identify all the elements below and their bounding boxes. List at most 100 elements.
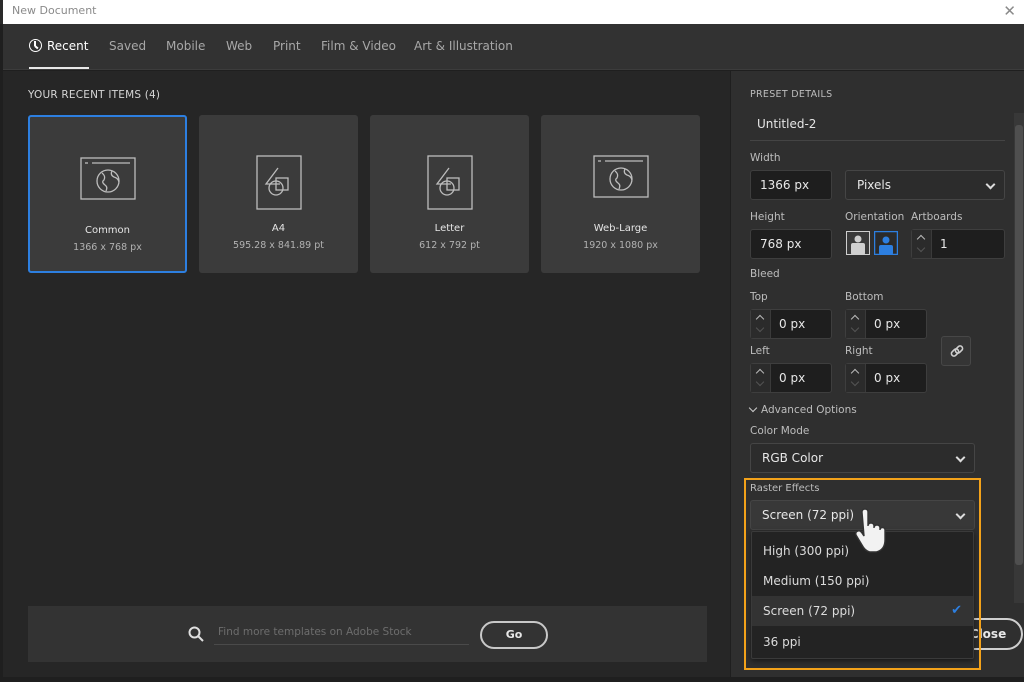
preset-dims: 612 x 792 pt: [419, 240, 480, 251]
color-mode-select[interactable]: RGB Color: [750, 443, 975, 473]
tab-recent[interactable]: Recent: [29, 39, 88, 53]
height-input[interactable]: 768 px: [750, 229, 832, 259]
menu-item-high[interactable]: High (300 ppi): [752, 536, 973, 566]
bleed-right-value: 0 px: [874, 371, 901, 385]
raster-effects-value: Screen (72 ppi): [762, 508, 855, 522]
preset-card-common[interactable]: Common 1366 x 768 px: [28, 115, 187, 273]
recent-items-panel: YOUR RECENT ITEMS (4) Common 1366 x 768 …: [3, 71, 730, 677]
preset-card-a4[interactable]: A4 595.28 x 841.89 pt: [199, 115, 358, 273]
bleed-top-value: 0 px: [779, 317, 806, 331]
tab-mobile[interactable]: Mobile: [166, 39, 205, 53]
search-icon: [188, 626, 204, 642]
preset-card-web-large[interactable]: Web-Large 1920 x 1080 px: [541, 115, 700, 273]
chevron-up-icon: [755, 314, 765, 324]
bleed-bottom-stepper[interactable]: 0 px: [845, 309, 927, 339]
document-name-input[interactable]: Untitled-2: [750, 113, 1005, 141]
close-icon[interactable]: ✕: [1003, 2, 1016, 20]
landscape-orientation-icon[interactable]: [874, 231, 898, 255]
chevron-down-icon: [850, 323, 860, 333]
preset-name: Letter: [434, 223, 465, 234]
preset-details-title: PRESET DETAILS: [750, 89, 833, 100]
tab-art-illustration[interactable]: Art & Illustration: [414, 39, 513, 53]
tab-web[interactable]: Web: [226, 39, 252, 53]
color-mode-label: Color Mode: [750, 425, 810, 437]
chevron-down-icon: [850, 377, 860, 387]
bleed-right-spin[interactable]: [846, 364, 866, 392]
chevron-down-icon: [985, 179, 996, 190]
menu-item-label: Screen (72 ppi): [763, 604, 856, 618]
bleed-bottom-spin[interactable]: [846, 310, 866, 338]
print-shapes-icon: [426, 155, 473, 210]
preset-name: A4: [271, 223, 286, 234]
stock-search-bar: Go: [28, 606, 707, 662]
chevron-down-icon: [916, 243, 926, 253]
chevron-down-icon: [955, 452, 966, 463]
chevron-up-icon: [916, 234, 926, 244]
chevron-down-icon: [955, 509, 966, 520]
height-label: Height: [750, 211, 785, 223]
tab-saved[interactable]: Saved: [109, 39, 146, 53]
preset-name: Web-Large: [593, 223, 648, 234]
chevron-up-icon: [755, 368, 765, 378]
bleed-left-spin[interactable]: [751, 364, 771, 392]
link-bleed-button[interactable]: [941, 336, 971, 366]
print-shapes-icon: [255, 155, 302, 210]
tab-print[interactable]: Print: [273, 39, 301, 53]
artboards-spin[interactable]: [912, 230, 932, 258]
section-title: YOUR RECENT ITEMS (4): [28, 89, 161, 101]
scrollbar-thumb[interactable]: [1015, 125, 1023, 565]
preset-dims: 595.28 x 841.89 pt: [233, 240, 324, 251]
chevron-up-icon: [850, 368, 860, 378]
bleed-top-label: Top: [750, 291, 768, 303]
bleed-left-stepper[interactable]: 0 px: [750, 363, 832, 393]
preset-card-letter[interactable]: Letter 612 x 792 pt: [370, 115, 529, 273]
bleed-top-spin[interactable]: [751, 310, 771, 338]
chevron-down-icon: [755, 323, 765, 333]
clock-icon: [29, 39, 42, 52]
chevron-up-icon: [850, 314, 860, 324]
width-label: Width: [750, 152, 781, 164]
bleed-right-stepper[interactable]: 0 px: [845, 363, 927, 393]
active-tab-indicator: [29, 67, 89, 69]
go-button[interactable]: Go: [480, 621, 548, 649]
portrait-orientation-icon[interactable]: [846, 231, 870, 255]
bleed-top-stepper[interactable]: 0 px: [750, 309, 832, 339]
bleed-bottom-value: 0 px: [874, 317, 901, 331]
raster-effects-select[interactable]: Screen (72 ppi): [750, 500, 975, 530]
link-icon: [950, 345, 964, 357]
artboards-stepper[interactable]: 1: [911, 229, 1005, 259]
units-value: Pixels: [857, 178, 892, 192]
advanced-options-label: Advanced Options: [761, 404, 857, 416]
checkmark-icon: ✔: [951, 603, 962, 618]
advanced-options-toggle[interactable]: Advanced Options: [748, 403, 857, 416]
menu-item-screen[interactable]: Screen (72 ppi) ✔: [752, 596, 973, 626]
preset-dims: 1920 x 1080 px: [583, 240, 658, 251]
bleed-bottom-label: Bottom: [845, 291, 884, 303]
raster-effects-label: Raster Effects: [750, 483, 820, 494]
title-bar: New Document ✕: [0, 0, 1024, 24]
artboards-label: Artboards: [911, 211, 963, 223]
color-mode-value: RGB Color: [762, 451, 824, 465]
bleed-left-label: Left: [750, 345, 770, 357]
menu-item-36ppi[interactable]: 36 ppi: [752, 627, 973, 657]
stock-search-input[interactable]: [214, 619, 469, 645]
raster-effects-menu: High (300 ppi) Medium (150 ppi) Screen (…: [751, 531, 974, 659]
bleed-left-value: 0 px: [779, 371, 806, 385]
tab-film-video[interactable]: Film & Video: [321, 39, 396, 53]
web-globe-icon: [592, 155, 649, 198]
bleed-label: Bleed: [750, 268, 780, 280]
width-input[interactable]: 1366 px: [750, 170, 832, 200]
preset-dims: 1366 x 768 px: [73, 242, 142, 253]
units-select[interactable]: Pixels: [845, 170, 1005, 200]
artboards-value: 1: [940, 237, 948, 251]
chevron-down-icon: [748, 403, 758, 413]
window-title: New Document: [12, 4, 97, 17]
scrollbar[interactable]: [1014, 113, 1024, 603]
chevron-down-icon: [755, 377, 765, 387]
orientation-label: Orientation: [845, 211, 905, 223]
web-globe-icon: [79, 157, 136, 200]
menu-item-medium[interactable]: Medium (150 ppi): [752, 566, 973, 596]
preset-name: Common: [84, 225, 131, 236]
tab-label: Recent: [47, 39, 89, 53]
category-tabs: Recent Saved Mobile Web Print Film & Vid…: [3, 24, 1024, 70]
